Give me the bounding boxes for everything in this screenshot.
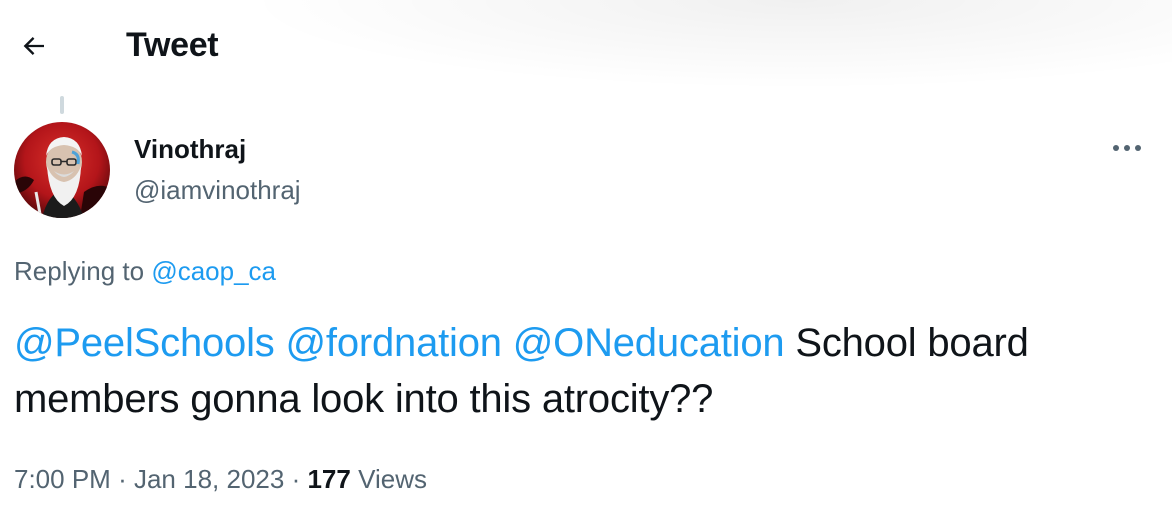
- more-options-button[interactable]: [1104, 128, 1150, 168]
- top-bar: Tweet: [0, 0, 1172, 92]
- author-display-name[interactable]: Vinothraj: [134, 133, 246, 165]
- thread-line: [60, 96, 64, 114]
- views-count: 177: [307, 464, 351, 494]
- mention-link[interactable]: @PeelSchools: [14, 321, 275, 365]
- page-title: Tweet: [126, 26, 219, 64]
- meta-separator: ·: [118, 464, 127, 494]
- tweet-text: @PeelSchools @fordnation @ONeducation Sc…: [14, 315, 1134, 427]
- tweet-date[interactable]: Jan 18, 2023: [134, 464, 284, 494]
- tweet-meta: 7:00 PM · Jan 18, 2023 · 177 Views: [14, 462, 427, 496]
- header-shadow: [240, 0, 1172, 90]
- arrow-left-icon: [23, 37, 44, 55]
- replying-to-mention[interactable]: @caop_ca: [151, 256, 276, 286]
- mention-link[interactable]: @ONeducation: [513, 321, 785, 365]
- avatar[interactable]: [14, 122, 110, 218]
- views-label: Views: [358, 464, 427, 494]
- tweet-time[interactable]: 7:00 PM: [14, 464, 111, 494]
- meta-separator: ·: [291, 464, 301, 494]
- back-button[interactable]: [8, 20, 60, 72]
- more-horizontal-icon: [1113, 145, 1141, 151]
- author-handle[interactable]: @iamvinothraj: [134, 174, 301, 206]
- replying-to: Replying to @caop_ca: [14, 255, 276, 287]
- mention-link[interactable]: @fordnation: [286, 321, 503, 365]
- replying-to-label: Replying to: [14, 256, 145, 286]
